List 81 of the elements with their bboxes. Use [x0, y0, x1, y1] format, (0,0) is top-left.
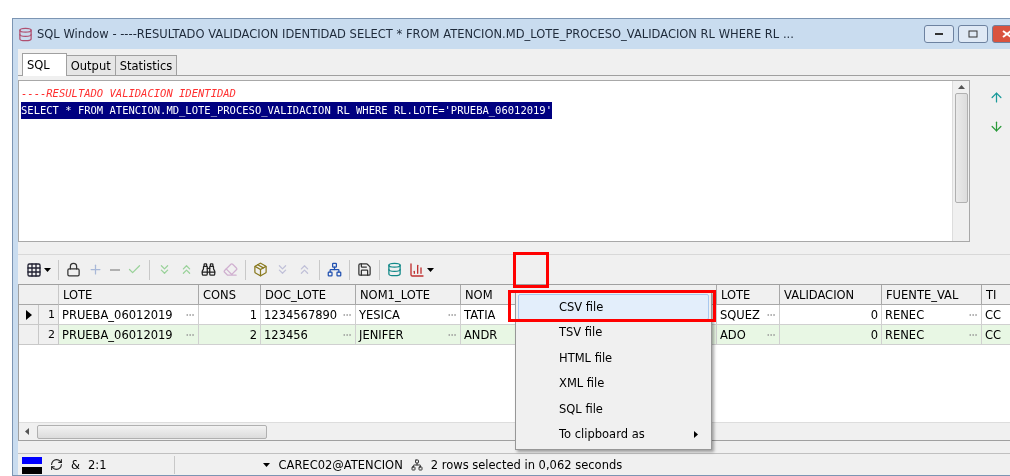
- row-number: 1: [39, 305, 59, 325]
- scroll-up-icon[interactable]: [957, 85, 965, 89]
- table-cell: RENEC: [882, 325, 982, 345]
- code-comment: ----RESULTADO VALIDACION IDENTIDAD: [21, 86, 236, 101]
- network-button[interactable]: [327, 262, 342, 277]
- menu-item[interactable]: XML file: [518, 370, 709, 396]
- column-header[interactable]: DOC_LOTE: [261, 285, 356, 305]
- database-icon: [18, 26, 33, 42]
- minus-icon: [110, 268, 120, 271]
- table-cell: PRUEBA_06012019: [59, 325, 199, 345]
- eraser-button[interactable]: [223, 262, 238, 277]
- current-row-marker[interactable]: [19, 305, 39, 325]
- scroll-left-icon[interactable]: [25, 428, 29, 435]
- row-marker[interactable]: [19, 325, 39, 345]
- down-arrow-button[interactable]: [988, 119, 1004, 134]
- plus-icon: [88, 262, 103, 277]
- network-icon: [327, 262, 342, 277]
- caret-icon: [44, 267, 51, 272]
- caret-icon: [427, 267, 434, 272]
- table-cell: 1234567890: [261, 305, 356, 325]
- table-cell: PRUEBA_06012019: [59, 305, 199, 325]
- table-cell: 0: [780, 305, 882, 325]
- package-button[interactable]: [253, 262, 268, 277]
- table-cell: 0: [780, 325, 882, 345]
- table-cell: SQUEZ: [717, 305, 780, 325]
- highlight-frame: [513, 252, 549, 288]
- status-message: 2 rows selected in 0,062 seconds: [430, 457, 623, 472]
- table-cell: 2: [199, 325, 261, 345]
- close-icon: [1002, 30, 1010, 38]
- tab[interactable]: Output: [65, 55, 116, 75]
- tab[interactable]: SQL: [22, 53, 67, 76]
- column-header[interactable]: FUENTE_VAL: [882, 285, 982, 305]
- table-cell: 1: [199, 305, 261, 325]
- column-header[interactable]: LOTE: [717, 285, 780, 305]
- table-cell: RENEC: [882, 305, 982, 325]
- cursor-position: 2:1: [87, 457, 107, 472]
- package-icon: [253, 262, 268, 277]
- minus-button[interactable]: [110, 268, 120, 271]
- sql-editor[interactable]: ----RESULTADO VALIDACION IDENTIDAD SELECT * FROM ATENCION.MD_LOTE_PROCESO_VALIDACION RL WHERE RL.LOTE='PRUEBA_06012019': [18, 80, 970, 242]
- minimize-icon: [935, 33, 943, 35]
- menu-item[interactable]: To clipboard as: [518, 421, 709, 447]
- lock-button[interactable]: [66, 262, 81, 277]
- save-button[interactable]: [357, 262, 372, 277]
- column-header[interactable]: TI: [982, 285, 1010, 305]
- save-icon: [357, 262, 372, 277]
- plus-button[interactable]: [88, 262, 103, 277]
- column-header[interactable]: LOTE: [59, 285, 199, 305]
- caret-icon: [263, 462, 271, 467]
- database-icon: [387, 262, 402, 277]
- row-pointer-icon: [25, 309, 32, 320]
- binoculars-button[interactable]: [201, 262, 216, 277]
- window-title: SQL Window - ----RESULTADO VALIDACION IDENTIDAD SELECT * FROM ATENCION.MD_LOTE_PROCESO_VALIDACION RL WHERE RL ...: [37, 27, 795, 41]
- maximize-icon: [968, 30, 978, 38]
- table-cell: JENIFER: [356, 325, 461, 345]
- connection-label: CAREC02@ATENCION: [278, 457, 403, 472]
- chart-button[interactable]: [409, 261, 434, 278]
- column-header[interactable]: CONS: [199, 285, 261, 305]
- menu-item[interactable]: SQL file: [518, 396, 709, 422]
- table-cell: 123456: [261, 325, 356, 345]
- up-arrow-button[interactable]: [988, 90, 1004, 105]
- column-header[interactable]: NOM1_LOTE: [356, 285, 461, 305]
- grid-button[interactable]: [26, 261, 51, 278]
- submenu-arrow-icon: [694, 430, 698, 438]
- color-swatch-icon: [22, 455, 42, 474]
- lock-icon: [66, 262, 81, 277]
- binoculars-icon: [201, 262, 216, 277]
- table-cell: YESICA: [356, 305, 461, 325]
- table-cell: CC: [982, 325, 1010, 345]
- menu-item[interactable]: HTML file: [518, 345, 709, 371]
- refresh-icon: [50, 458, 63, 471]
- menu-item[interactable]: CSV file: [518, 294, 709, 320]
- database-button[interactable]: [387, 262, 402, 277]
- column-header[interactable]: VALIDACION: [780, 285, 882, 305]
- down-arrow-icon: [988, 119, 1004, 134]
- minimize-button[interactable]: [924, 25, 954, 43]
- row-number: 2: [39, 325, 59, 345]
- vertical-scrollbar[interactable]: [952, 81, 969, 241]
- shortcut-symbol: &: [71, 457, 80, 472]
- tab[interactable]: Statistics: [114, 55, 178, 75]
- table-cell: ADO: [717, 325, 780, 345]
- eraser-icon: [223, 262, 238, 277]
